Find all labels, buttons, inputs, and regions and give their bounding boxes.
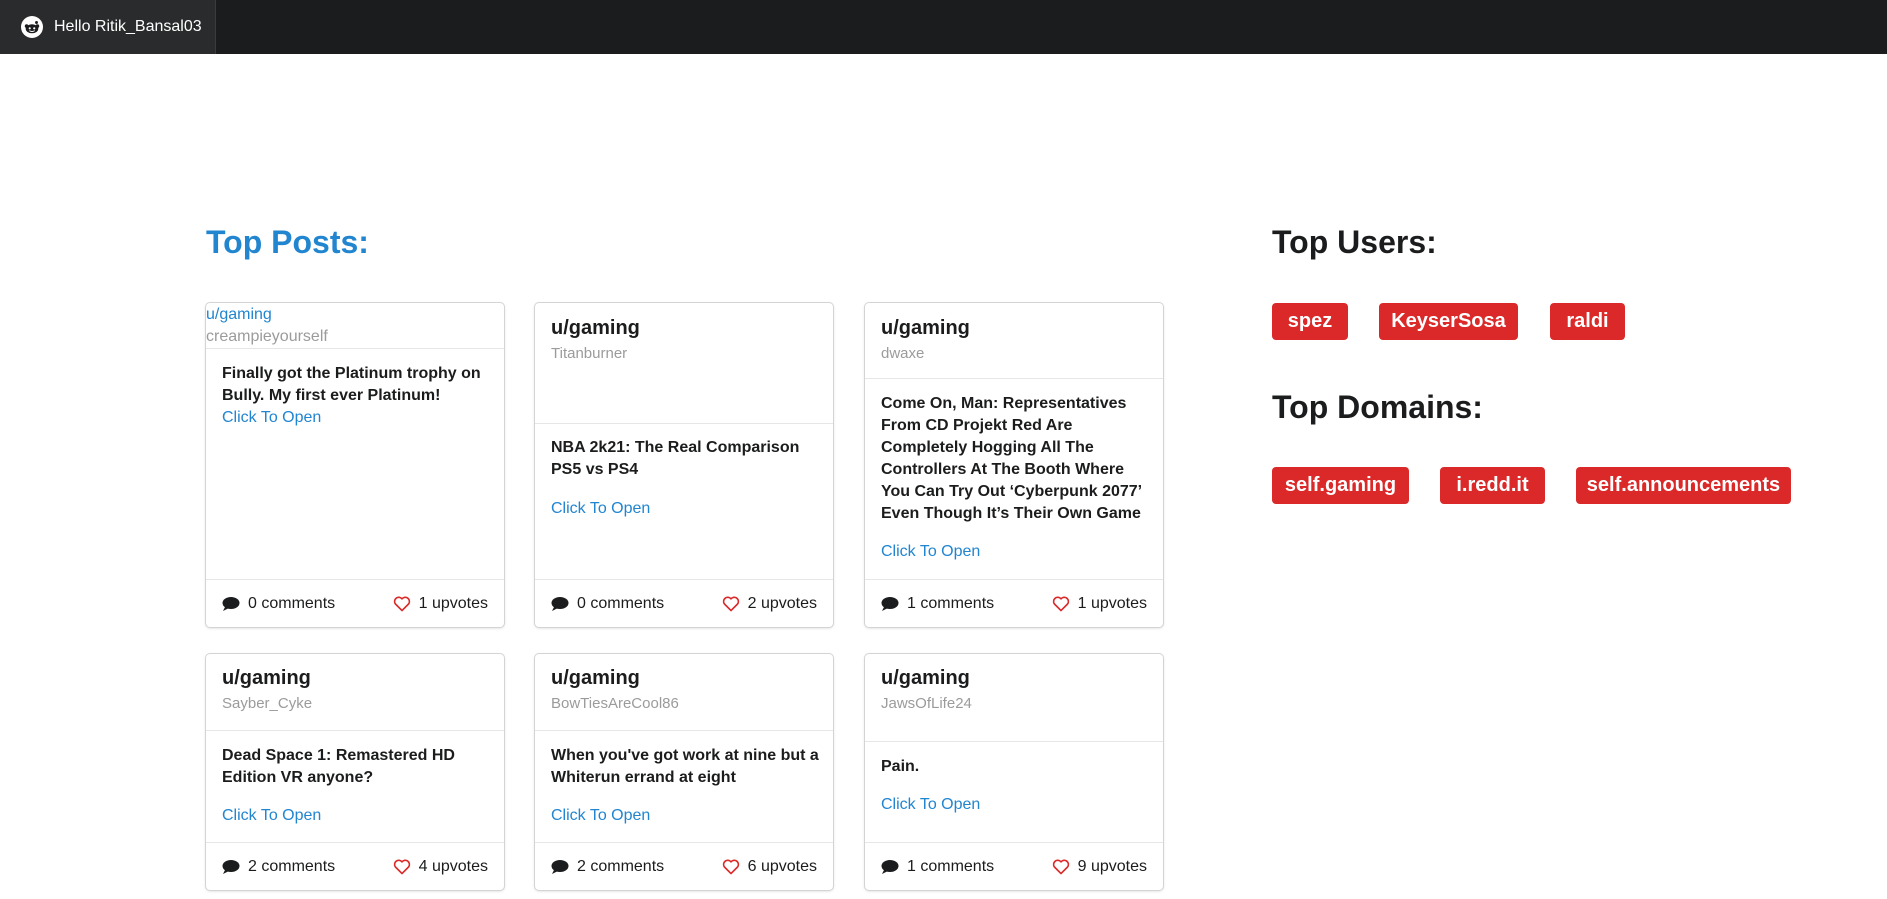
post-title: Come On, Man: Representatives From CD Pr… [881,395,1142,522]
comments-count[interactable]: 0 comments [551,595,664,613]
post-card-header: u/gaming creampieyourself [206,303,504,349]
post-title: When you've got work at nine but a White… [551,747,819,786]
post-card-header: u/gaming Sayber_Cyke [206,654,504,731]
user-label-keysersosa[interactable]: KeyserSosa [1379,303,1518,340]
heart-icon [1052,859,1069,875]
post-subreddit[interactable]: u/gaming [551,317,640,340]
upvotes-count[interactable]: 6 upvotes [722,858,817,876]
comments-label: 0 comments [577,595,665,612]
post-author: creampieyourself [206,328,328,345]
post-card-footer: 0 comments 1 upvotes [206,579,504,627]
user-label-spez[interactable]: spez [1272,303,1348,340]
post-card-header: u/gaming dwaxe [865,303,1163,379]
comments-count[interactable]: 2 comments [551,858,664,876]
upvotes-label: 1 upvotes [1077,595,1147,612]
click-to-open-link[interactable]: Click To Open [551,500,650,518]
post-author: Sayber_Cyke [222,695,313,712]
post-author: Titanburner [551,345,628,362]
post-title: Pain. [881,758,920,775]
post-card: u/gaming BowTiesAreCool86 When you've go… [535,654,833,890]
post-card: u/gaming creampieyourself Finally got th… [206,303,504,627]
comments-count[interactable]: 0 comments [222,595,335,613]
domain-label-self-announcements[interactable]: self.announcements [1576,467,1791,504]
post-author: JawsOfLife24 [881,695,972,712]
upvotes-count[interactable]: 1 upvotes [1052,595,1147,613]
heart-icon [722,596,739,612]
greeting-text: Hello Ritik_Bansal03 [54,18,202,35]
post-card-footer: 1 comments 9 upvotes [865,842,1163,890]
heart-icon [722,859,739,875]
upvotes-count[interactable]: 2 upvotes [722,595,817,613]
comments-label: 1 comments [907,595,995,612]
post-author: BowTiesAreCool86 [551,695,679,712]
post-card-header: u/gaming BowTiesAreCool86 [535,654,833,731]
post-card-footer: 2 comments 6 upvotes [535,842,833,890]
domain-label-i-redd-it[interactable]: i.redd.it [1440,467,1545,504]
heart-icon [393,859,410,875]
comments-count[interactable]: 1 comments [881,595,994,613]
comments-label: 2 comments [248,858,336,875]
post-card-footer: 1 comments 1 upvotes [865,579,1163,627]
click-to-open-link[interactable]: Click To Open [551,807,650,825]
upvotes-label: 9 upvotes [1077,858,1147,875]
user-greeting-menu[interactable]: Hello Ritik_Bansal03 [0,0,216,54]
top-users-heading: Top Users: [1272,224,1437,260]
comments-label: 1 comments [907,858,995,875]
comment-icon [551,597,569,611]
post-card-footer: 0 comments 2 upvotes [535,579,833,627]
heart-icon [1052,596,1069,612]
click-to-open-link[interactable]: Click To Open [881,796,980,814]
post-card-footer: 2 comments 4 upvotes [206,842,504,890]
comment-icon [222,597,240,611]
post-card-header: u/gaming Titanburner [535,303,833,424]
upvotes-label: 2 upvotes [747,595,817,612]
user-label-raldi[interactable]: raldi [1550,303,1625,340]
post-title: Finally got the Platinum trophy on Bully… [222,365,481,404]
comment-icon [881,597,899,611]
post-subreddit[interactable]: u/gaming [881,317,970,340]
comments-count[interactable]: 1 comments [881,858,994,876]
post-subreddit[interactable]: u/gaming [881,667,970,690]
upvotes-label: 4 upvotes [418,858,488,875]
comments-count[interactable]: 2 comments [222,858,335,876]
post-subreddit[interactable]: u/gaming [551,667,640,690]
post-card: u/gaming dwaxe Come On, Man: Representat… [865,303,1163,627]
upvotes-count[interactable]: 4 upvotes [393,858,488,876]
comments-label: 0 comments [248,595,336,612]
reddit-icon [21,16,43,38]
comments-label: 2 comments [577,858,665,875]
comment-icon [222,860,240,874]
comment-icon [551,860,569,874]
post-card: u/gaming JawsOfLife24 Pain. Click To Ope… [865,654,1163,890]
upvotes-count[interactable]: 9 upvotes [1052,858,1147,876]
click-to-open-link[interactable]: Click To Open [881,543,980,561]
upvotes-label: 1 upvotes [418,595,488,612]
upvotes-count[interactable]: 1 upvotes [393,595,488,613]
top-domains-heading: Top Domains: [1272,389,1483,425]
post-subreddit[interactable]: u/gaming [206,306,272,324]
post-title: NBA 2k21: The Real Comparison PS5 vs PS4 [551,439,800,478]
upvotes-label: 6 upvotes [747,858,817,875]
click-to-open-link[interactable]: Click To Open [222,807,321,825]
click-to-open-link[interactable]: Click To Open [222,409,321,427]
top-posts-heading: Top Posts: [206,224,369,260]
heart-icon [393,596,410,612]
navbar: Hello Ritik_Bansal03 [0,0,1887,54]
post-card: u/gaming Titanburner NBA 2k21: The Real … [535,303,833,627]
comment-icon [881,860,899,874]
post-card-header: u/gaming JawsOfLife24 [865,654,1163,742]
post-title: Dead Space 1: Remastered HD Edition VR a… [222,747,455,786]
domain-label-self-gaming[interactable]: self.gaming [1272,467,1409,504]
post-author: dwaxe [881,345,925,362]
post-subreddit[interactable]: u/gaming [222,667,311,690]
post-card: u/gaming Sayber_Cyke Dead Space 1: Remas… [206,654,504,890]
